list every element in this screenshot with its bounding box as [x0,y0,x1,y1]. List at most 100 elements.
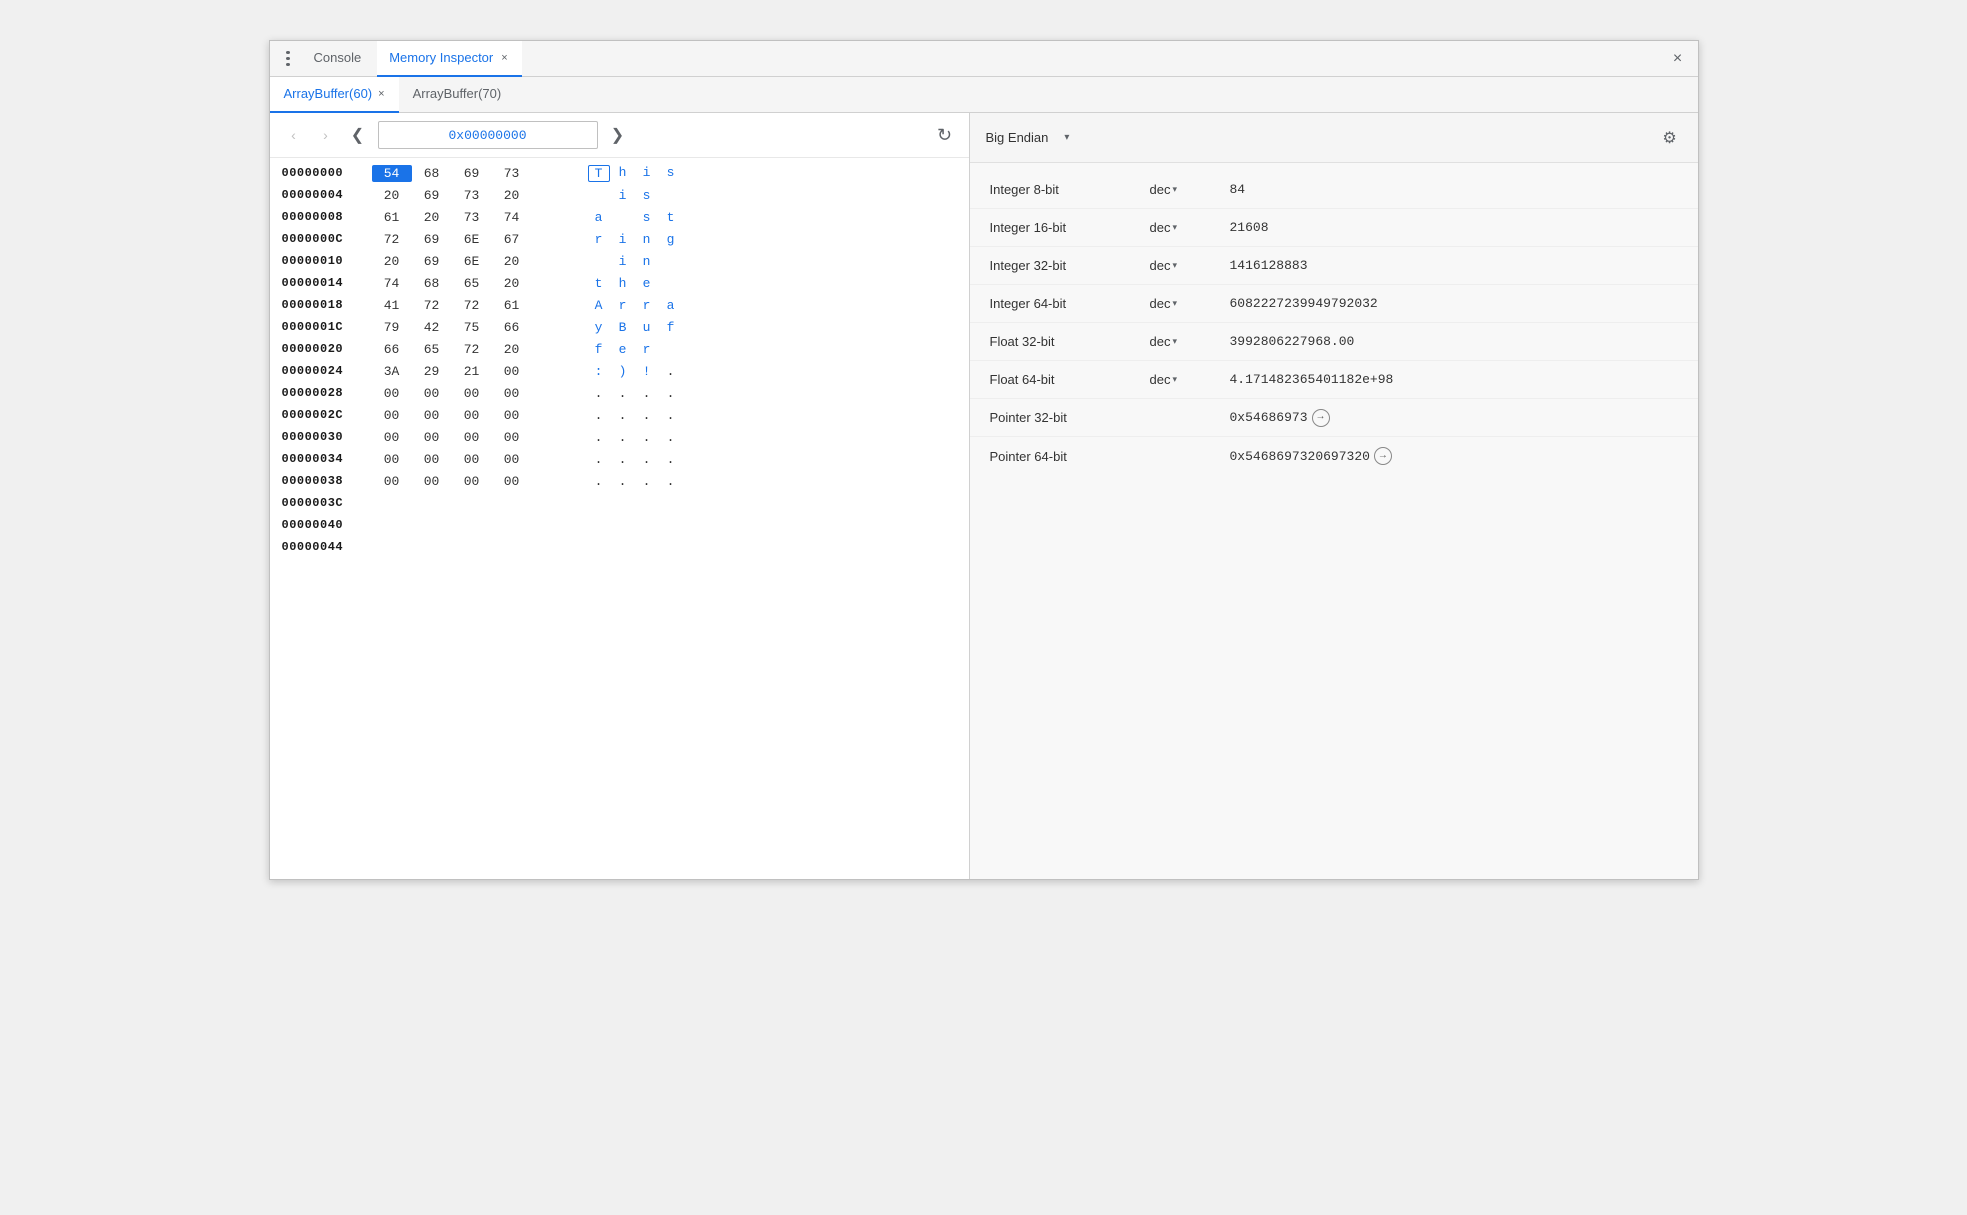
ascii-cell[interactable]: T [588,165,610,182]
hex-cell[interactable]: 3A [372,363,412,380]
hex-cell[interactable]: 67 [492,231,532,248]
hex-cell[interactable]: 00 [492,385,532,402]
more-options-icon[interactable] [278,49,298,69]
ascii-cell[interactable] [588,254,610,269]
ascii-cell[interactable]: . [660,364,682,379]
inspector-format-dropdown[interactable]: dec ▾ [1150,258,1230,273]
ascii-cell[interactable]: . [612,452,634,467]
format-select[interactable]: dec ▾ [1150,296,1230,311]
hex-cell[interactable]: 20 [412,209,452,226]
hex-cell[interactable]: 20 [492,275,532,292]
hex-cell[interactable]: 72 [452,297,492,314]
hex-cell[interactable]: 00 [492,473,532,490]
ascii-cell[interactable]: . [612,474,634,489]
ascii-cell[interactable]: . [660,474,682,489]
ascii-cell[interactable]: i [612,188,634,203]
hex-cell[interactable]: 75 [452,319,492,336]
hex-cell[interactable]: 21 [452,363,492,380]
ascii-cell[interactable] [660,342,682,357]
ascii-cell[interactable]: . [588,386,610,401]
hex-cell[interactable]: 29 [412,363,452,380]
hex-cell[interactable]: 20 [372,253,412,270]
hex-cell[interactable]: 00 [452,407,492,424]
hex-cell[interactable]: 20 [492,341,532,358]
close-devtools-button[interactable]: × [1666,47,1690,71]
hex-cell[interactable]: 69 [412,231,452,248]
address-input[interactable] [378,121,598,149]
ascii-cell[interactable]: r [636,298,658,313]
hex-cell[interactable]: 73 [492,165,532,182]
ascii-cell[interactable]: n [636,254,658,269]
ascii-cell[interactable]: i [612,232,634,247]
hex-cell[interactable]: 65 [412,341,452,358]
hex-cell[interactable]: 79 [372,319,412,336]
ascii-cell[interactable]: ! [636,364,658,379]
inspector-format-dropdown[interactable]: dec ▾ [1150,296,1230,311]
ascii-cell[interactable] [660,188,682,203]
hex-cell[interactable]: 20 [492,187,532,204]
hex-cell[interactable]: 61 [492,297,532,314]
ascii-cell[interactable]: i [612,254,634,269]
tab-memory-inspector[interactable]: Memory Inspector × [377,41,521,77]
ascii-cell[interactable]: y [588,320,610,335]
format-select[interactable]: dec ▾ [1150,182,1230,197]
ascii-cell[interactable]: f [660,320,682,335]
inspector-format-dropdown[interactable]: dec ▾ [1150,182,1230,197]
buffer-tab-arraybuffer-60[interactable]: ArrayBuffer(60) × [270,77,399,113]
hex-cell[interactable]: 66 [372,341,412,358]
ascii-cell[interactable]: s [660,165,682,182]
endian-dropdown[interactable]: ▾ [1060,130,1073,145]
hex-cell[interactable]: 00 [452,451,492,468]
hex-cell[interactable]: 73 [452,209,492,226]
hex-cell[interactable]: 00 [372,451,412,468]
pointer-navigate-button[interactable]: → [1374,447,1392,465]
hex-cell[interactable]: 42 [412,319,452,336]
left-nav-button[interactable]: ❮ [346,123,370,147]
hex-cell[interactable]: 61 [372,209,412,226]
ascii-cell[interactable]: . [588,452,610,467]
ascii-cell[interactable]: A [588,298,610,313]
ascii-cell[interactable]: n [636,232,658,247]
ascii-cell[interactable]: B [612,320,634,335]
ascii-cell[interactable]: t [660,210,682,225]
hex-cell[interactable]: 00 [372,429,412,446]
inspector-format-dropdown[interactable]: dec ▾ [1150,220,1230,235]
hex-cell[interactable]: 00 [412,451,452,468]
hex-cell[interactable]: 20 [492,253,532,270]
ascii-cell[interactable]: : [588,364,610,379]
hex-cell[interactable]: 68 [412,165,452,182]
ascii-cell[interactable] [660,276,682,291]
format-select[interactable]: dec ▾ [1150,334,1230,349]
ascii-cell[interactable]: ) [612,364,634,379]
format-select[interactable]: dec ▾ [1150,220,1230,235]
ascii-cell[interactable]: . [588,408,610,423]
hex-cell[interactable]: 69 [412,187,452,204]
hex-cell[interactable]: 00 [492,451,532,468]
hex-cell[interactable]: 00 [452,429,492,446]
ascii-cell[interactable]: s [636,188,658,203]
ascii-cell[interactable]: e [636,276,658,291]
hex-cell[interactable]: 00 [492,429,532,446]
ascii-cell[interactable] [588,188,610,203]
hex-cell[interactable]: 00 [412,385,452,402]
hex-cell[interactable]: 00 [492,363,532,380]
ascii-cell[interactable]: . [612,408,634,423]
ascii-cell[interactable]: t [588,276,610,291]
pointer-navigate-button[interactable]: → [1312,409,1330,427]
hex-cell[interactable]: 69 [452,165,492,182]
hex-cell[interactable]: 00 [412,407,452,424]
ascii-cell[interactable]: a [660,298,682,313]
settings-button[interactable]: ⚙ [1658,126,1682,150]
hex-cell[interactable]: 69 [412,253,452,270]
ascii-cell[interactable]: g [660,232,682,247]
ascii-cell[interactable]: . [660,386,682,401]
ascii-cell[interactable]: e [612,342,634,357]
forward-button[interactable]: › [314,123,338,147]
hex-cell[interactable]: 00 [452,385,492,402]
format-select[interactable]: dec ▾ [1150,258,1230,273]
ascii-cell[interactable]: . [636,474,658,489]
refresh-button[interactable]: ↻ [933,123,957,147]
hex-cell[interactable]: 00 [372,407,412,424]
ascii-cell[interactable]: u [636,320,658,335]
ascii-cell[interactable] [660,254,682,269]
